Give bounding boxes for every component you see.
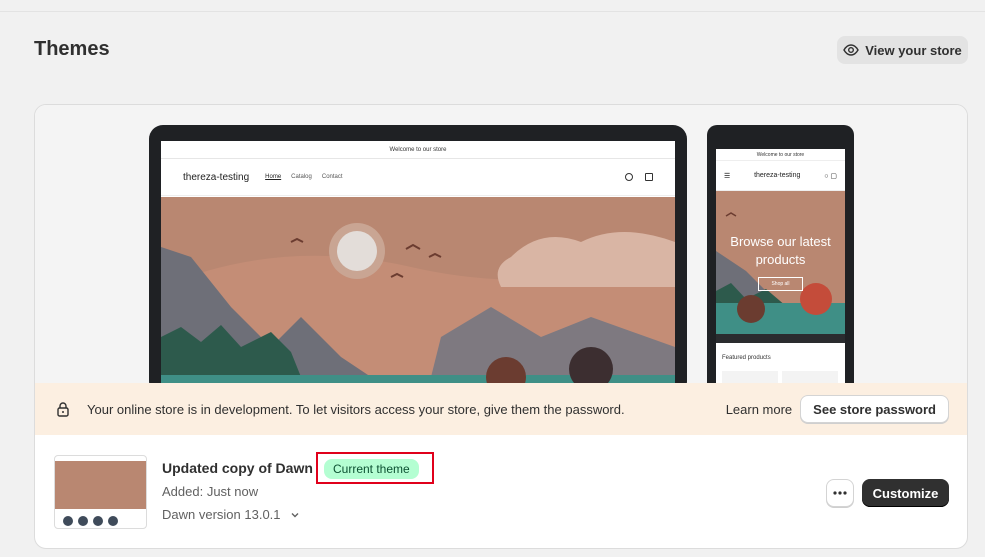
featured-products: Featured products — [716, 343, 845, 383]
banner-message: Your online store is in development. To … — [87, 401, 625, 417]
announcement-bar: Welcome to our store — [161, 141, 675, 159]
store-logo: thereza-testing — [183, 171, 250, 183]
thumbnail-products — [63, 516, 118, 526]
theme-added-date: Added: Just now — [162, 484, 259, 499]
more-actions-button[interactable] — [826, 479, 854, 507]
theme-details: Updated copy of Dawn Current theme Added… — [35, 435, 967, 548]
page-title: Themes — [34, 38, 110, 60]
view-store-button[interactable]: View your store — [837, 36, 968, 64]
theme-preview: Welcome to our store thereza-testing Hom… — [35, 105, 967, 383]
lock-icon — [57, 402, 69, 417]
mobile-hero: Browse our latest products Shop all — [716, 191, 845, 334]
shop-all-button: Shop all — [758, 277, 803, 291]
eye-icon — [843, 44, 860, 56]
theme-version: Dawn version 13.0.1 — [162, 507, 281, 522]
hero-illustration — [161, 197, 675, 383]
theme-thumbnail — [54, 455, 147, 529]
product-cards — [722, 371, 839, 383]
learn-more-link[interactable]: Learn more — [726, 402, 792, 417]
mobile-screen: Welcome to our store ☰ thereza-testing ○… — [716, 149, 845, 383]
mobile-store-logo: thereza-testing — [754, 171, 801, 179]
cart-icon — [645, 173, 653, 181]
store-header: thereza-testing Home Catalog Contact — [161, 159, 675, 196]
theme-name: Updated copy of Dawn — [162, 460, 313, 476]
thumbnail-hero — [55, 461, 146, 509]
see-store-password-button[interactable]: See store password — [800, 395, 949, 423]
section-divider — [716, 334, 845, 343]
featured-products-heading: Featured products — [722, 355, 771, 361]
nav-contact: Contact — [321, 174, 343, 180]
current-theme-card: Welcome to our store thereza-testing Hom… — [34, 104, 968, 549]
search-icon — [625, 173, 633, 181]
mobile-store-header: ☰ thereza-testing ○ ▢ — [716, 161, 845, 191]
nav-home: Home — [265, 174, 282, 180]
dev-store-banner: Your online store is in development. To … — [35, 383, 967, 435]
mobile-announcement-bar: Welcome to our store — [716, 149, 845, 161]
current-theme-badge: Current theme — [324, 459, 419, 479]
ellipsis-icon — [833, 491, 847, 495]
nav-catalog: Catalog — [291, 174, 312, 180]
chevron-down-icon — [291, 512, 299, 517]
top-divider — [0, 11, 985, 12]
mobile-preview: Welcome to our store ☰ thereza-testing ○… — [707, 125, 854, 383]
store-nav: Home Catalog Contact — [265, 174, 342, 180]
theme-version-toggle[interactable]: Dawn version 13.0.1 — [162, 507, 301, 522]
customize-button[interactable]: Customize — [862, 479, 949, 507]
mobile-header-icons: ○ ▢ — [824, 172, 837, 180]
store-header-icons — [625, 173, 653, 181]
view-store-label: View your store — [865, 42, 962, 58]
menu-icon: ☰ — [724, 172, 731, 180]
mobile-hero-text: Browse our latest products — [730, 234, 831, 267]
desktop-screen: Welcome to our store thereza-testing Hom… — [161, 141, 675, 383]
desktop-preview: Welcome to our store thereza-testing Hom… — [149, 125, 687, 383]
